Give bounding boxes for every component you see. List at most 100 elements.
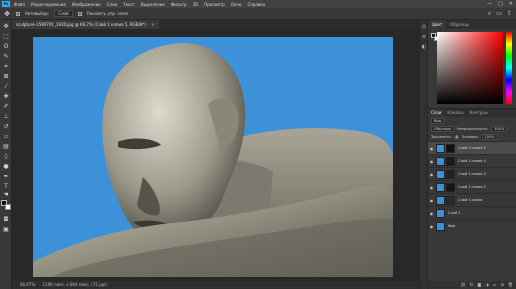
layer-row[interactable]: ◉ Слой 1 копия 4 [428,154,516,167]
tab-color[interactable]: Цвет [428,20,447,29]
color-swatches[interactable] [1,200,11,212]
close-icon[interactable]: × [151,22,154,27]
layer-mask-thumbnail[interactable] [446,143,455,153]
menu-select[interactable]: Выделение [141,2,165,7]
tab-layers[interactable]: Слои [428,109,445,117]
type-tool-icon[interactable]: T [2,183,10,191]
quick-select-tool-icon[interactable]: ✎ [2,53,10,61]
background-color-swatch[interactable] [5,204,11,210]
visibility-eye-icon[interactable]: ◉ [428,146,435,151]
pen-tool-icon[interactable]: ✒ [2,173,10,181]
lasso-tool-icon[interactable]: ʘ [2,43,10,51]
layer-row[interactable]: ◉ Слой 1 копия 2 [428,180,516,193]
visibility-eye-icon[interactable]: ◉ [428,198,435,203]
brush-tool-icon[interactable]: ✐ [2,103,10,111]
tab-swatches[interactable]: Образцы [446,20,473,29]
move-icon[interactable]: ✥ [3,10,11,18]
mask-icon[interactable]: ◙ [477,281,481,289]
eyedropper-tool-icon[interactable]: ⁄ [2,83,10,91]
color-picker-field[interactable] [437,32,503,104]
layer-thumbnail [436,169,445,179]
layer-thumbnail [436,221,445,231]
tools-panel: ✥ ⬚ ʘ ✎ ⌗ ⊠ ⁄ ✚ ✐ ⊥ ↺ ▱ ▤ ◊ ● ✒ T ☚ ◘ ▣ [0,20,12,289]
trash-icon[interactable]: 🗑 [508,281,513,289]
visibility-eye-icon[interactable]: ◉ [428,159,435,164]
photoshop-window: Ps Файл Редактирование Изображение Слои … [0,0,516,289]
visibility-eye-icon[interactable]: ◉ [428,172,435,177]
search-icon[interactable]: ⌕ [488,10,491,18]
quick-mask-icon[interactable]: ◘ [2,216,10,224]
new-layer-icon[interactable]: ⊞ [501,281,504,289]
link-icon[interactable]: ⛓ [461,281,466,289]
gradient-tool-icon[interactable]: ▤ [2,143,10,151]
visibility-eye-icon[interactable]: ◉ [428,224,435,229]
opacity-field[interactable]: 100% [491,126,508,132]
layer-row[interactable]: ◉ Слой 1 копия 5 [428,141,516,154]
app-logo: Ps [2,1,10,7]
canvas-area[interactable] [12,29,419,281]
stamp-tool-icon[interactable]: ⊥ [2,113,10,121]
tab-paths[interactable]: Контуры [466,109,490,117]
layer-row[interactable]: ◉ Слой 1 копия 3 [428,167,516,180]
lock-row: Закрепить: 🔒 Заливка: 100% [428,133,516,141]
folder-icon[interactable]: ▭ [493,281,497,289]
screen-mode-icon[interactable]: ▣ [2,226,10,234]
healing-tool-icon[interactable]: ✚ [2,93,10,101]
minimize-button[interactable]: — [487,1,492,7]
blend-mode-dropdown[interactable]: Обычные [431,126,454,132]
lock-icon[interactable]: 🔒 [455,135,459,139]
layers-panel: Слои Каналы Контуры Вид Обычные Непрозра… [427,108,516,289]
crop-tool-icon[interactable]: ⌗ [2,63,10,71]
frame-tool-icon[interactable]: ⊠ [2,73,10,81]
menu-window[interactable]: Окно [231,2,242,7]
hand-tool-icon[interactable]: ☚ [2,191,10,199]
autoselect-dropdown[interactable]: Слой [54,10,73,17]
layer-row[interactable]: ◉ Фон [428,219,516,232]
layer-thumbnail [436,143,445,153]
menu-3d[interactable]: 3D [193,2,199,7]
maximize-button[interactable]: □ [498,1,503,7]
hue-slider[interactable] [506,32,512,104]
menu-file[interactable]: Файл [14,2,25,7]
menu-help[interactable]: Справка [247,2,265,7]
menu-edit[interactable]: Редактирование [31,2,66,7]
layers-panel-tabs: Слои Каналы Контуры [428,109,516,117]
fill-field[interactable]: 100% [481,134,498,140]
visibility-eye-icon[interactable]: ◉ [428,211,435,216]
eraser-tool-icon[interactable]: ▱ [2,133,10,141]
layer-name: Слой 1 копия 5 [458,146,486,150]
menu-filter[interactable]: Фильтр [171,2,187,7]
workspace-icon[interactable]: ▭ [496,10,502,18]
fx-icon[interactable]: fx [470,281,474,289]
adjustment-layer-icon[interactable]: ◑ [485,281,489,289]
layer-mask-thumbnail[interactable] [446,169,455,179]
layer-row[interactable]: ◉ Слой 1 [428,206,516,219]
tab-channels[interactable]: Каналы [444,109,466,117]
share-icon[interactable]: ⇪ [507,10,512,18]
blur-tool-icon[interactable]: ◊ [2,153,10,161]
marquee-tool-icon[interactable]: ⬚ [2,33,10,41]
menu-view[interactable]: Просмотр [204,2,225,7]
options-right-icons: ⌕ ▭ ⇪ [488,10,512,18]
document-tab[interactable]: sculpture-1596701_1920.jpg @ 66,7% (Слой… [12,20,159,29]
options-bar: ✥ Автовыбор: Слой Показать упр. элем. ⌕ … [0,8,516,20]
layer-mask-thumbnail[interactable] [446,195,455,205]
menu-layers[interactable]: Слои [107,2,117,7]
history-brush-tool-icon[interactable]: ↺ [2,123,10,131]
document-info: 1296 пикс. x 864 пикс. (72 ppi) [42,282,107,287]
transform-checkbox[interactable] [77,11,82,16]
zoom-level[interactable]: 66,67% [20,282,35,287]
close-button[interactable]: ✕ [509,1,513,7]
layer-kind-filter[interactable]: Вид [431,118,445,124]
autoselect-checkbox[interactable] [16,11,20,16]
statue-photo [33,37,393,277]
layer-row[interactable]: ◉ Слой 1 копия [428,193,516,206]
menu-type[interactable]: Текст [123,2,135,7]
layer-mask-thumbnail[interactable] [446,156,455,166]
menu-image[interactable]: Изображение [72,2,101,7]
dodge-tool-icon[interactable]: ● [2,163,10,171]
photo-canvas[interactable] [33,37,393,277]
move-tool-icon[interactable]: ✥ [2,23,10,31]
layer-mask-thumbnail[interactable] [446,182,455,192]
visibility-eye-icon[interactable]: ◉ [428,185,435,190]
